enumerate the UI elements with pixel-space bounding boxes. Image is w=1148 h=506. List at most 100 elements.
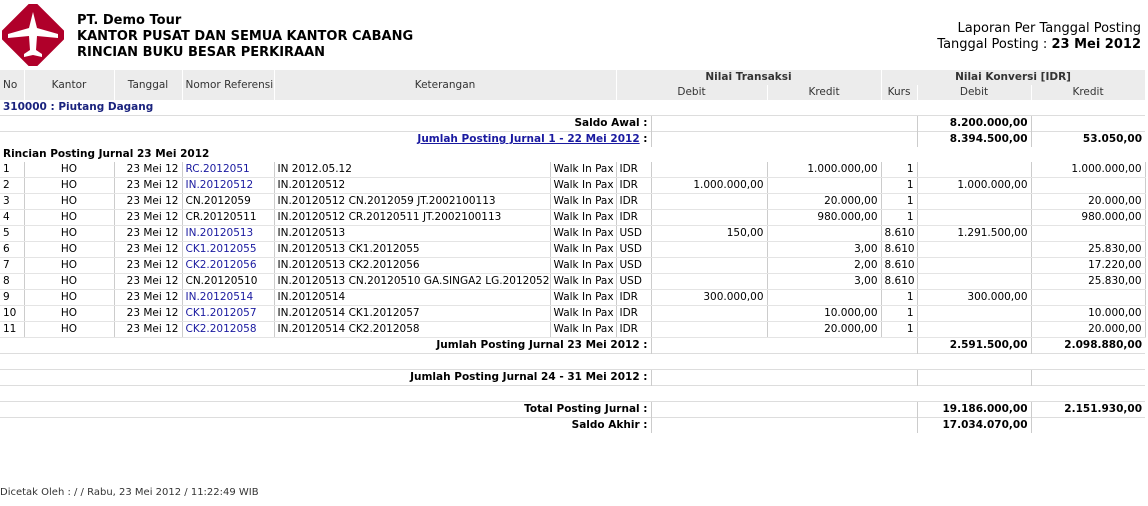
row-idr-kredit: 20.000,00: [1031, 193, 1146, 210]
row-trans-kredit: 3,00: [767, 241, 882, 258]
row-idr-debit: [917, 193, 1032, 210]
row-tanggal: 23 Mei 12: [114, 162, 183, 178]
table-row: 10 HO 23 Mei 12 CK1.2012057 IN.20120514 CK1.…: [0, 305, 1146, 322]
row-ref[interactable]: CK2.2012056: [182, 257, 275, 274]
row-currency: IDR: [616, 289, 652, 306]
table-row: 8 HO 23 Mei 12 CN.20120510 IN.20120513 CN.20…: [0, 273, 1146, 290]
row-no: 9: [0, 289, 25, 306]
report-type: RINCIAN BUKU BESAR PERKIRAAN: [77, 45, 326, 60]
row-trans-debit: [651, 193, 768, 210]
row-trans-debit: [651, 241, 768, 258]
row-ref: CN.2012059: [182, 193, 275, 210]
col-kurs: Kurs: [881, 85, 918, 100]
total-kredit: 2.151.930,00: [1030, 401, 1146, 418]
row-tanggal: 23 Mei 12: [114, 305, 183, 322]
company-block: PT. Demo Tour KANTOR PUSAT DAN SEMUA KAN…: [77, 13, 413, 61]
posting-before-debit: 8.394.500,00: [916, 131, 1032, 147]
row-idr-kredit: [1031, 177, 1146, 194]
row-keterangan: IN.20120512: [274, 177, 551, 194]
table-row: 6 HO 23 Mei 12 CK1.2012055 IN.20120513 CK1.2…: [0, 241, 1146, 258]
row-kantor: HO: [24, 305, 115, 322]
table-row: 1 HO 23 Mei 12 RC.2012051 IN 2012.05.12 Walk …: [0, 162, 1146, 178]
posting-after-label: Jumlah Posting Jurnal 24 - 31 Mei 2012 :: [0, 369, 651, 386]
row-no: 6: [0, 241, 25, 258]
col-nilai-konversi: Nilai Konversi [IDR]: [881, 70, 1146, 85]
row-trans-kredit: 3,00: [767, 273, 882, 290]
table-row: 7 HO 23 Mei 12 CK2.2012056 IN.20120513 CK2.2…: [0, 257, 1146, 274]
row-trans-kredit: 20.000,00: [767, 321, 882, 338]
table-row: 2 HO 23 Mei 12 IN.20120512 IN.20120512 Walk I…: [0, 177, 1146, 194]
row-no: 2: [0, 177, 25, 194]
row-kantor: HO: [24, 257, 115, 274]
row-idr-debit: [917, 305, 1032, 322]
row-customer: Walk In Pax: [550, 241, 617, 258]
row-trans-kredit: [767, 289, 882, 306]
row-keterangan: IN.20120514 CK1.2012057: [274, 305, 551, 322]
journal-rows: 1 HO 23 Mei 12 RC.2012051 IN 2012.05.12 Walk …: [0, 162, 1146, 338]
col-keterangan: Keterangan: [274, 70, 617, 100]
row-idr-debit: [917, 209, 1032, 226]
row-no: 3: [0, 193, 25, 210]
row-no: 4: [0, 209, 25, 226]
row-currency: USD: [616, 241, 652, 258]
row-no: 7: [0, 257, 25, 274]
row-kurs: 1: [881, 177, 918, 194]
row-ref[interactable]: CK1.2012055: [182, 241, 275, 258]
row-no: 10: [0, 305, 25, 322]
row-kantor: HO: [24, 241, 115, 258]
row-tanggal: 23 Mei 12: [114, 289, 183, 306]
posting-after-debit: [916, 369, 1032, 386]
row-customer: Walk In Pax: [550, 273, 617, 290]
row-trans-debit: 300.000,00: [651, 289, 768, 306]
col-kredit-idr: Kredit: [1031, 85, 1146, 100]
row-currency: USD: [616, 225, 652, 242]
row-kantor: HO: [24, 273, 115, 290]
row-tanggal: 23 Mei 12: [114, 321, 183, 338]
row-kurs: 1: [881, 305, 918, 322]
row-kantor: HO: [24, 289, 115, 306]
row-ref[interactable]: IN.20120513: [182, 225, 275, 242]
col-kredit: Kredit: [767, 85, 882, 100]
row-idr-debit: 1.000.000,00: [917, 177, 1032, 194]
table-row: 4 HO 23 Mei 12 CR.20120511 IN.20120512 CR.20…: [0, 209, 1146, 226]
row-idr-kredit: 25.830,00: [1031, 241, 1146, 258]
row-trans-debit: [651, 321, 768, 338]
report-info: Laporan Per Tanggal Posting Tanggal Post…: [937, 21, 1141, 53]
airplane-logo-icon: [2, 4, 64, 66]
row-ref[interactable]: CK1.2012057: [182, 305, 275, 322]
row-idr-kredit: 1.000.000,00: [1031, 162, 1146, 178]
row-tanggal: 23 Mei 12: [114, 257, 183, 274]
row-idr-debit: [917, 321, 1032, 338]
col-tanggal: Tanggal: [114, 70, 183, 100]
row-trans-kredit: [767, 177, 882, 194]
row-kantor: HO: [24, 225, 115, 242]
print-footer: Dicetak Oleh : / / Rabu, 23 Mei 2012 / 1…: [0, 487, 259, 498]
row-currency: IDR: [616, 321, 652, 338]
row-kantor: HO: [24, 177, 115, 194]
row-customer: Walk In Pax: [550, 209, 617, 226]
row-ref[interactable]: RC.2012051: [182, 162, 275, 178]
row-tanggal: 23 Mei 12: [114, 225, 183, 242]
row-keterangan: IN.20120514: [274, 289, 551, 306]
row-ref[interactable]: IN.20120512: [182, 177, 275, 194]
posting-today-label: Jumlah Posting Jurnal 23 Mei 2012 :: [0, 337, 651, 354]
posting-before-link[interactable]: Jumlah Posting Jurnal 1 - 22 Mei 2012: [417, 133, 639, 145]
row-keterangan: IN 2012.05.12: [274, 162, 551, 178]
row-idr-debit: [917, 257, 1032, 274]
row-no: 11: [0, 321, 25, 338]
row-idr-kredit: [1031, 225, 1146, 242]
row-keterangan: IN.20120512 CR.20120511 JT.2002100113: [274, 209, 551, 226]
posting-today-debit: 2.591.500,00: [916, 337, 1032, 354]
row-no: 8: [0, 273, 25, 290]
col-no: No: [0, 70, 25, 100]
row-trans-debit: [651, 162, 768, 178]
row-trans-debit: 150,00: [651, 225, 768, 242]
row-ref[interactable]: IN.20120514: [182, 289, 275, 306]
saldo-awal-debit: 8.200.000,00: [916, 115, 1032, 132]
row-kurs: 1: [881, 289, 918, 306]
row-kurs: 1: [881, 209, 918, 226]
row-kurs: 8.610: [881, 257, 918, 274]
row-ref[interactable]: CK2.2012058: [182, 321, 275, 338]
row-currency: IDR: [616, 193, 652, 210]
ledger-table: No Kantor Tanggal Nomor Referensi Ketera…: [0, 70, 1146, 433]
